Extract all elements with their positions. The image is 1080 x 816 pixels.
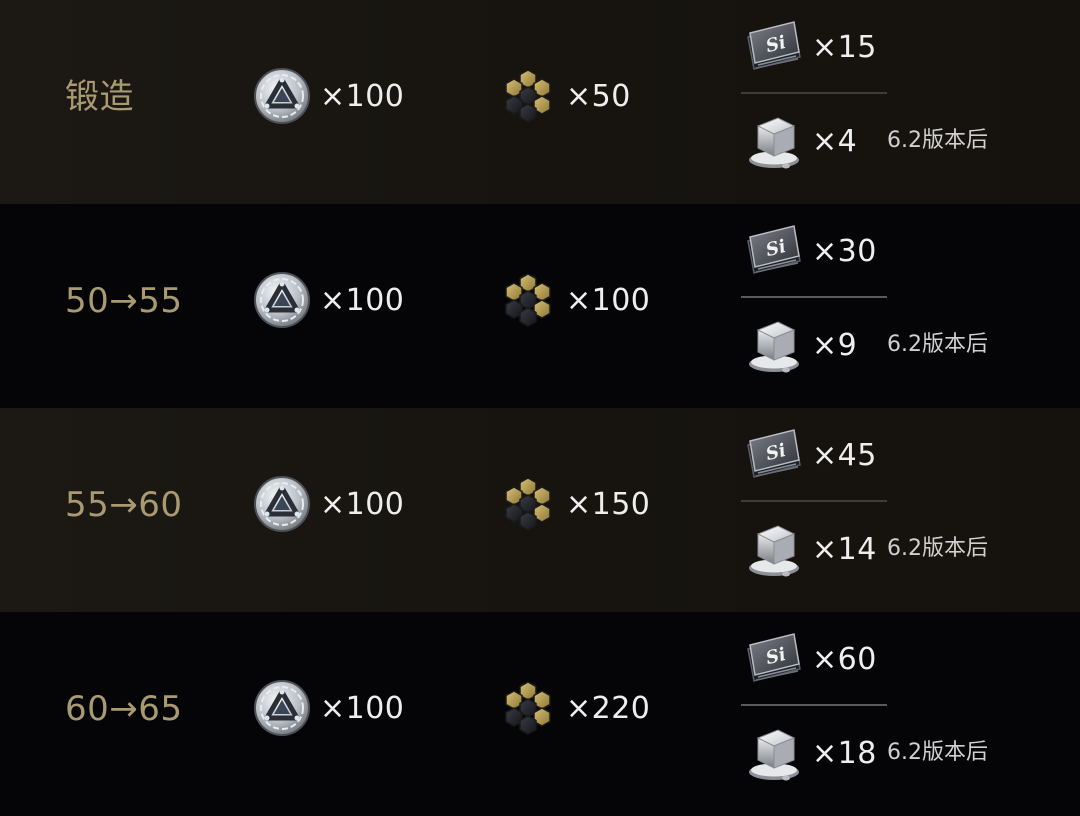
metal-cube-icon bbox=[744, 518, 804, 580]
divider bbox=[741, 92, 887, 94]
silicon-chip-icon bbox=[744, 427, 804, 483]
cube-material: ×4 bbox=[744, 110, 857, 172]
cube-material: ×9 bbox=[744, 314, 857, 376]
silicon-chip-icon bbox=[744, 223, 804, 279]
version-note: 6.2版本后 bbox=[887, 536, 988, 561]
cube-quantity: ×4 bbox=[812, 123, 858, 159]
version-note: 6.2版本后 bbox=[887, 332, 988, 357]
chip-quantity: ×45 bbox=[812, 437, 877, 473]
coin-material: ×100 bbox=[252, 474, 404, 534]
coin-quantity: ×100 bbox=[320, 78, 405, 114]
honeycomb-quantity: ×220 bbox=[566, 690, 651, 726]
level-label: 50→55 bbox=[65, 281, 183, 321]
honeycomb-quantity: ×150 bbox=[566, 486, 651, 522]
level-label: 60→65 bbox=[65, 689, 183, 729]
silicon-chip-icon bbox=[744, 19, 804, 75]
coin-quantity: ×100 bbox=[320, 486, 405, 522]
honeycomb-material: ×220 bbox=[498, 678, 650, 738]
chip-material: ×30 bbox=[744, 223, 877, 279]
honeycomb-alloy-icon bbox=[498, 270, 558, 330]
triangle-coin-icon bbox=[252, 270, 312, 330]
coin-material: ×100 bbox=[252, 66, 404, 126]
cube-material: ×18 bbox=[744, 722, 877, 784]
table-row: 55→60 ×100 ×150 ×45 ×14 6.2版本后 bbox=[0, 408, 1080, 612]
cube-material: ×14 bbox=[744, 518, 877, 580]
honeycomb-quantity: ×50 bbox=[566, 78, 631, 114]
metal-cube-icon bbox=[744, 110, 804, 172]
chip-quantity: ×15 bbox=[812, 29, 877, 65]
honeycomb-quantity: ×100 bbox=[566, 282, 651, 318]
coin-material: ×100 bbox=[252, 678, 404, 738]
divider bbox=[741, 704, 887, 706]
version-note: 6.2版本后 bbox=[887, 128, 988, 153]
chip-quantity: ×30 bbox=[812, 233, 877, 269]
table-row: 60→65 ×100 ×220 ×60 ×18 6.2版本后 bbox=[0, 612, 1080, 816]
level-label: 55→60 bbox=[65, 485, 183, 525]
chip-quantity: ×60 bbox=[812, 641, 877, 677]
level-label: 锻造 bbox=[65, 77, 134, 117]
cube-quantity: ×14 bbox=[812, 531, 877, 567]
chip-material: ×45 bbox=[744, 427, 877, 483]
coin-quantity: ×100 bbox=[320, 282, 405, 318]
table-row: 锻造 ×100 ×50 ×15 ×4 6.2版本后 bbox=[0, 0, 1080, 204]
coin-quantity: ×100 bbox=[320, 690, 405, 726]
coin-material: ×100 bbox=[252, 270, 404, 330]
honeycomb-alloy-icon bbox=[498, 474, 558, 534]
honeycomb-alloy-icon bbox=[498, 66, 558, 126]
honeycomb-alloy-icon bbox=[498, 678, 558, 738]
honeycomb-material: ×100 bbox=[498, 270, 650, 330]
triangle-coin-icon bbox=[252, 678, 312, 738]
divider bbox=[741, 500, 887, 502]
cube-quantity: ×18 bbox=[812, 735, 877, 771]
honeycomb-material: ×50 bbox=[498, 66, 631, 126]
cube-quantity: ×9 bbox=[812, 327, 858, 363]
chip-material: ×60 bbox=[744, 631, 877, 687]
upgrade-materials-table: 锻造 ×100 ×50 ×15 ×4 6.2版本后 50→55 ×100 ×10… bbox=[0, 0, 1080, 816]
metal-cube-icon bbox=[744, 722, 804, 784]
triangle-coin-icon bbox=[252, 474, 312, 534]
metal-cube-icon bbox=[744, 314, 804, 376]
chip-material: ×15 bbox=[744, 19, 877, 75]
version-note: 6.2版本后 bbox=[887, 740, 988, 765]
divider bbox=[741, 296, 887, 298]
honeycomb-material: ×150 bbox=[498, 474, 650, 534]
table-row: 50→55 ×100 ×100 ×30 ×9 6.2版本后 bbox=[0, 204, 1080, 408]
triangle-coin-icon bbox=[252, 66, 312, 126]
silicon-chip-icon bbox=[744, 631, 804, 687]
